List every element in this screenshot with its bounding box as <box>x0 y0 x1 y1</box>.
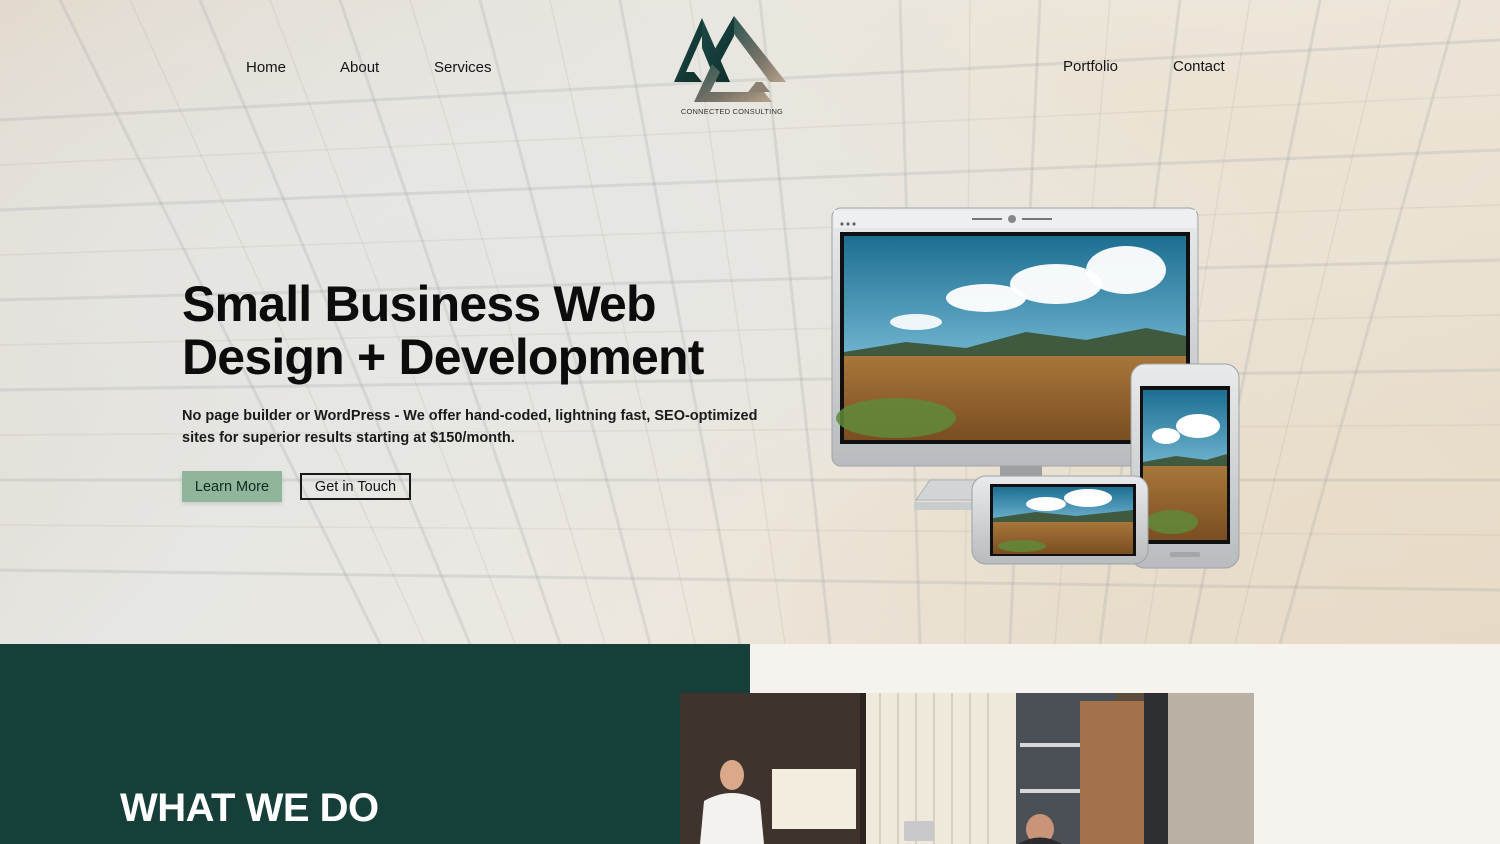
hero-headline: Small Business Web Design + Development <box>182 278 802 384</box>
headline-line-2: Design + Development <box>182 329 704 385</box>
hero-subtext: No page builder or WordPress - We offer … <box>182 408 758 446</box>
responsive-devices-mockup <box>831 207 1240 569</box>
what-we-do-heading: WHAT WE DO <box>120 786 379 830</box>
nav-services[interactable]: Services <box>434 59 492 76</box>
learn-more-button[interactable]: Learn More <box>182 471 282 502</box>
nav-home[interactable]: Home <box>246 59 286 76</box>
nav-portfolio[interactable]: Portfolio <box>1063 58 1118 75</box>
office-meeting-photo <box>680 693 1254 844</box>
logo-wordmark: CONNECTED CONSULTING <box>680 107 784 116</box>
triangle-logo-icon[interactable] <box>672 14 790 120</box>
nav-contact[interactable]: Contact <box>1173 58 1225 75</box>
get-in-touch-button[interactable]: Get in Touch <box>300 473 411 500</box>
nav-about[interactable]: About <box>340 59 379 76</box>
headline-line-1: Small Business Web <box>182 276 657 332</box>
